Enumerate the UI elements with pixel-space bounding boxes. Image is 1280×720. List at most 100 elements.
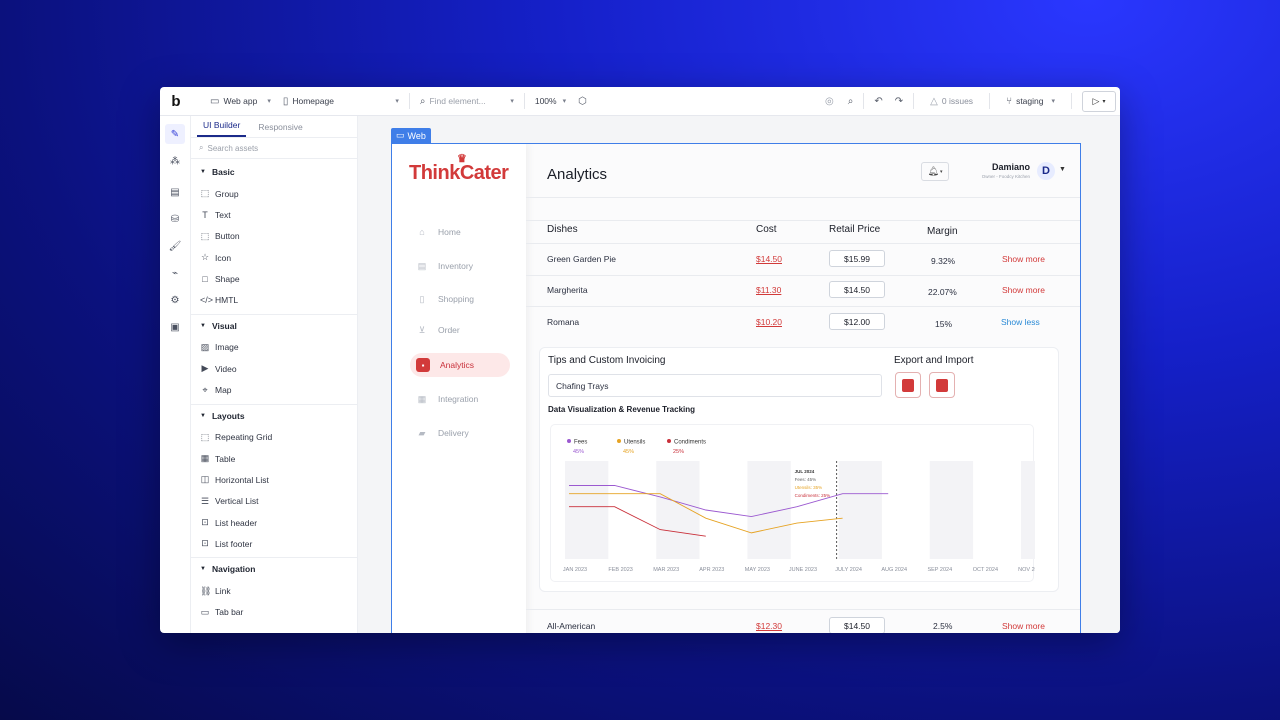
play-icon: ▷	[1092, 95, 1100, 106]
search-assets-input[interactable]: ⌕ Search assets	[191, 138, 357, 159]
chevron-down-icon: ▾	[1051, 98, 1055, 105]
asset-image[interactable]: ▨ Image	[191, 337, 357, 358]
show-more-link[interactable]: Show more	[1002, 285, 1045, 295]
section-visual[interactable]: ▼ Visual	[191, 315, 357, 337]
asset-vertical-list[interactable]: ☰ Vertical List	[191, 491, 357, 512]
legend-label-utensils: Utensils	[624, 440, 645, 446]
retail-price-input[interactable]: $14.50	[829, 281, 885, 298]
image-icon: ▨	[200, 341, 210, 352]
asset-text[interactable]: T Text	[191, 204, 357, 225]
column-header-cost: Cost	[756, 224, 777, 235]
tab-responsive[interactable]: Responsive	[252, 122, 308, 137]
section-layouts[interactable]: ▼ Layouts	[191, 405, 357, 427]
undo-icon[interactable]: ↶	[874, 96, 882, 107]
nav-item-analytics[interactable]: ▪ Analytics	[410, 353, 510, 377]
asset-link[interactable]: ⛓ Link	[191, 580, 357, 601]
asset-list-footer[interactable]: ⊡ List footer	[191, 533, 357, 554]
editor-toolbar: b ▭ Web app ▾ ▯ Homepage ▾ ⌕ Find elemen…	[160, 87, 1120, 116]
chevron-down-icon[interactable]: ▼	[1059, 166, 1066, 173]
invoice-item-input[interactable]: Chafing Trays	[548, 374, 882, 397]
section-basic[interactable]: ▼ Basic	[191, 161, 357, 183]
preview-button[interactable]: ▷ ▾	[1082, 90, 1116, 112]
asset-label: Image	[215, 342, 239, 353]
asset-label: Video	[215, 363, 237, 374]
workflow-icon[interactable]: ⁂	[165, 151, 185, 171]
search-assets-placeholder: Search assets	[207, 143, 259, 153]
column-header-dishes: Dishes	[547, 224, 578, 235]
search-icon[interactable]: ⌕	[848, 96, 854, 107]
data-stack-icon[interactable]: ⛁	[165, 209, 185, 229]
tooltip-line: Condiments: 25%	[795, 493, 831, 498]
asset-horizontal-list[interactable]: ◫ Horizontal List	[191, 469, 357, 490]
tab-ui-builder[interactable]: UI Builder	[197, 120, 247, 137]
asset-tab-bar[interactable]: ▭ Tab bar	[191, 602, 357, 623]
cost-link[interactable]: $10.20	[756, 317, 782, 327]
plugin-icon[interactable]: ⌁	[165, 263, 185, 283]
frame-label-tag[interactable]: ▭ Web	[391, 128, 431, 143]
cost-link[interactable]: $12.30	[756, 621, 782, 631]
map-pin-icon: ⌖	[202, 384, 208, 395]
page-dropdown[interactable]: ▯ Homepage ▾	[277, 92, 405, 111]
show-more-link[interactable]: Show more	[1002, 254, 1045, 264]
column-header-retail-price: Retail Price	[829, 224, 881, 235]
web-page-frame[interactable]: ThinkCater ♛ ⌂ Home ▤ Inventory ▯ Shopping …	[391, 143, 1081, 633]
notifications-button[interactable]: 🔔︎ ▾	[921, 162, 949, 181]
asset-label: HMTL	[215, 295, 239, 306]
shopping-icon: ▯	[419, 293, 425, 304]
retail-price-input[interactable]: $14.50	[829, 617, 885, 633]
issues-button[interactable]: △ 0 issues	[924, 92, 979, 111]
export-button[interactable]	[895, 372, 921, 398]
design-canvas[interactable]: ▭ Web ThinkCater ♛ ⌂ Home ▤ Inventory ▯ Sho…	[358, 116, 1120, 633]
asset-button[interactable]: ⬚ Button	[191, 226, 357, 247]
settings-gear-icon[interactable]: ⚙	[165, 290, 185, 310]
asset-map[interactable]: ⌖ Map	[191, 379, 357, 400]
analytics-icon: ▪	[416, 358, 430, 372]
brand-logo[interactable]: ThinkCater ♛	[409, 153, 509, 185]
find-element-input[interactable]: ⌕ Find element... ▾	[414, 92, 520, 111]
nav-item-shopping[interactable]: ▯ Shopping	[410, 287, 510, 311]
brush-icon[interactable]: 🖌	[165, 236, 185, 256]
asset-video[interactable]: ▶ Video	[191, 358, 357, 379]
asset-table[interactable]: ▦ Table	[191, 448, 357, 469]
app-logo[interactable]: b	[160, 93, 192, 110]
redo-icon[interactable]: ↷	[895, 96, 903, 107]
x-tick-label: JUNE 2023	[789, 567, 817, 573]
cube-icon[interactable]: ⬡	[578, 96, 587, 107]
collapse-triangle-icon: ▼	[200, 169, 206, 175]
monitor-icon: ▭	[210, 95, 220, 107]
logs-icon[interactable]: ▣	[165, 317, 185, 337]
avatar[interactable]: D	[1037, 162, 1055, 180]
app-type-dropdown[interactable]: ▭ Web app ▾	[204, 92, 277, 111]
zoom-dropdown[interactable]: 100% ▾	[529, 92, 572, 111]
branch-label: staging	[1016, 96, 1044, 106]
toolbar-divider	[408, 93, 410, 109]
database-icon[interactable]: ▤	[165, 182, 185, 202]
editor-window: b ▭ Web app ▾ ▯ Homepage ▾ ⌕ Find elemen…	[160, 87, 1120, 633]
nav-label: Analytics	[440, 360, 475, 370]
asset-group[interactable]: ⬚ Group	[191, 183, 357, 204]
retail-price-input[interactable]: $15.99	[829, 250, 885, 267]
nav-item-delivery[interactable]: ▰ Delivery	[410, 421, 510, 445]
branch-dropdown[interactable]: ⑂ staging ▾	[1000, 92, 1061, 111]
header-divider	[526, 197, 1080, 198]
cost-link[interactable]: $11.30	[756, 285, 781, 295]
asset-icon[interactable]: ☆ Icon	[191, 247, 357, 268]
cost-link[interactable]: $14.50	[756, 254, 782, 264]
show-more-link[interactable]: Show more	[1002, 621, 1045, 631]
import-button[interactable]	[929, 372, 955, 398]
tips-title: Tips and Custom Invoicing	[548, 355, 666, 366]
asset-repeating-grid[interactable]: ⬚ Repeating Grid	[191, 427, 357, 448]
show-less-link[interactable]: Show less	[1001, 317, 1040, 327]
asset-list-header[interactable]: ⊡ List header	[191, 512, 357, 533]
design-pencil-icon[interactable]: ✎	[165, 124, 185, 144]
nav-item-home[interactable]: ⌂ Home	[410, 220, 510, 244]
chevron-down-icon: ▾	[939, 168, 943, 175]
asset-html[interactable]: </> HMTL	[191, 289, 357, 310]
section-navigation[interactable]: ▼ Navigation	[191, 558, 357, 580]
nav-item-inventory[interactable]: ▤ Inventory	[410, 254, 510, 278]
nav-item-order[interactable]: ⊻ Order	[410, 318, 510, 342]
check-circle-icon[interactable]: ◎	[825, 96, 834, 107]
nav-item-integration[interactable]: ▦ Integration	[410, 387, 510, 411]
asset-shape[interactable]: □ Shape	[191, 268, 357, 289]
retail-price-input[interactable]: $12.00	[829, 313, 885, 330]
